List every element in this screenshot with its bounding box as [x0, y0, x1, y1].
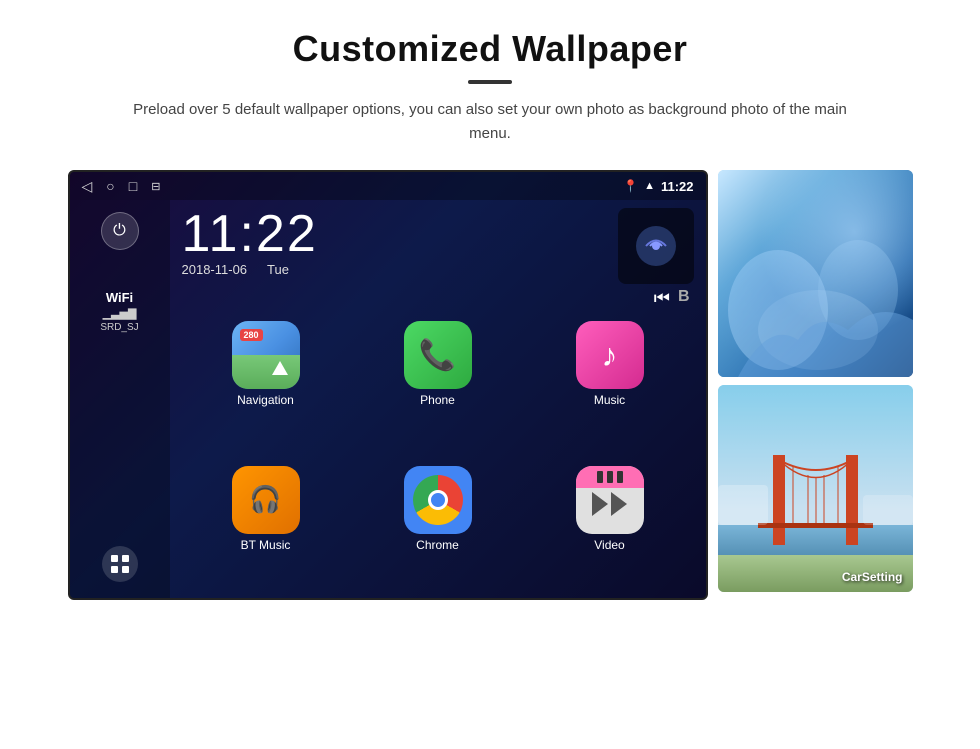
- app-grid: 280 Navigation 📞 Phone: [170, 313, 706, 598]
- bridge-wallpaper-svg: [718, 385, 913, 592]
- status-bar: ◁ ○ □ ⊟ 📍 ▲ 11:22: [70, 172, 706, 200]
- wifi-signal-bars: ▁▃▅▇: [100, 307, 138, 320]
- wallpaper-thumb-ice[interactable]: [718, 170, 913, 377]
- wifi-status-icon: ▲: [644, 180, 655, 192]
- music-note-icon: ♪: [602, 337, 618, 374]
- chrome-outer-ring: [413, 475, 463, 525]
- wifi-wave-icon: [636, 226, 676, 266]
- wallpaper-thumbnails: CarSetting: [718, 170, 913, 600]
- top-widgets: ⏮ B: [618, 208, 694, 309]
- bt-music-app-icon: 🎧: [232, 466, 300, 534]
- wallpaper-thumb-bridge[interactable]: CarSetting: [718, 385, 913, 592]
- ice-wallpaper-svg: [718, 170, 913, 377]
- bt-symbol-icon: 🎧: [249, 484, 281, 515]
- stripe-notch-3: [617, 471, 623, 483]
- android-screen: ◁ ○ □ ⊟ 📍 ▲ 11:22 ⏻ WiFi ▁▃▅▇ SRD_SJ: [68, 170, 708, 600]
- navigation-app-icon: 280: [232, 321, 300, 389]
- nav-badge: 280: [240, 329, 263, 341]
- center-area: 11:22 2018-11-06 Tue: [170, 200, 706, 598]
- status-time: 11:22: [661, 179, 694, 194]
- media-controls: ⏮ B: [654, 288, 694, 309]
- phone-symbol-icon: 📞: [419, 338, 456, 373]
- chrome-inner-circle: [428, 490, 448, 510]
- stripe-notch-2: [607, 471, 613, 483]
- title-divider: [468, 80, 512, 84]
- app-item-video[interactable]: Video: [530, 466, 690, 599]
- app-item-navigation[interactable]: 280 Navigation: [186, 321, 346, 454]
- chrome-app-icon: [404, 466, 472, 534]
- bt-music-app-label: BT Music: [241, 538, 291, 552]
- page-subtitle: Preload over 5 default wallpaper options…: [130, 98, 850, 146]
- home-nav-icon[interactable]: ○: [106, 178, 114, 194]
- wifi-label: WiFi: [100, 290, 138, 305]
- app-item-bt-music[interactable]: 🎧 BT Music: [186, 466, 346, 599]
- music-app-label: Music: [594, 393, 625, 407]
- carsetting-label: CarSetting: [842, 570, 903, 584]
- stripe-notch-1: [597, 471, 603, 483]
- video-stripe: [576, 466, 644, 488]
- screenshot-icon[interactable]: ⊟: [151, 180, 160, 193]
- status-bar-left: ◁ ○ □ ⊟: [82, 178, 161, 195]
- phone-app-icon: 📞: [404, 321, 472, 389]
- recent-nav-icon[interactable]: □: [129, 178, 137, 194]
- clock-day-value: Tue: [267, 262, 289, 277]
- app-item-phone[interactable]: 📞 Phone: [358, 321, 518, 454]
- music-app-icon: ♪: [576, 321, 644, 389]
- location-icon: 📍: [623, 179, 638, 193]
- grid-icon: [110, 554, 130, 574]
- prev-track-button[interactable]: ⏮: [654, 288, 670, 309]
- main-content-row: ⏻ WiFi ▁▃▅▇ SRD_SJ: [70, 200, 706, 598]
- bluetooth-icon: B: [678, 288, 690, 309]
- navigation-app-label: Navigation: [237, 393, 294, 407]
- power-button[interactable]: ⏻: [101, 212, 139, 250]
- phone-app-label: Phone: [420, 393, 455, 407]
- video-play-chevrons: [592, 492, 627, 516]
- clock-area: 11:22 2018-11-06 Tue: [182, 208, 618, 277]
- chevron-2: [611, 492, 627, 516]
- chrome-app-label: Chrome: [416, 538, 459, 552]
- content-area: ◁ ○ □ ⊟ 📍 ▲ 11:22 ⏻ WiFi ▁▃▅▇ SRD_SJ: [0, 170, 980, 600]
- wireless-icon: [641, 231, 671, 261]
- apps-grid-button[interactable]: [102, 546, 138, 582]
- nav-arrow-icon: [272, 361, 288, 375]
- chevron-1: [592, 492, 608, 516]
- wifi-widget[interactable]: [618, 208, 694, 284]
- page-title: Customized Wallpaper: [0, 0, 980, 70]
- clock-date-value: 2018-11-06: [182, 262, 248, 277]
- video-app-icon: [576, 466, 644, 534]
- video-app-label: Video: [594, 538, 624, 552]
- status-bar-right: 📍 ▲ 11:22: [623, 179, 693, 194]
- clock-time: 11:22: [182, 208, 618, 260]
- wifi-info: WiFi ▁▃▅▇ SRD_SJ: [100, 290, 138, 333]
- back-nav-icon[interactable]: ◁: [82, 178, 93, 195]
- wifi-ssid: SRD_SJ: [100, 322, 138, 333]
- app-item-chrome[interactable]: Chrome: [358, 466, 518, 599]
- app-item-music[interactable]: ♪ Music: [530, 321, 690, 454]
- left-sidebar: ⏻ WiFi ▁▃▅▇ SRD_SJ: [70, 200, 170, 598]
- clock-date: 2018-11-06 Tue: [182, 262, 618, 277]
